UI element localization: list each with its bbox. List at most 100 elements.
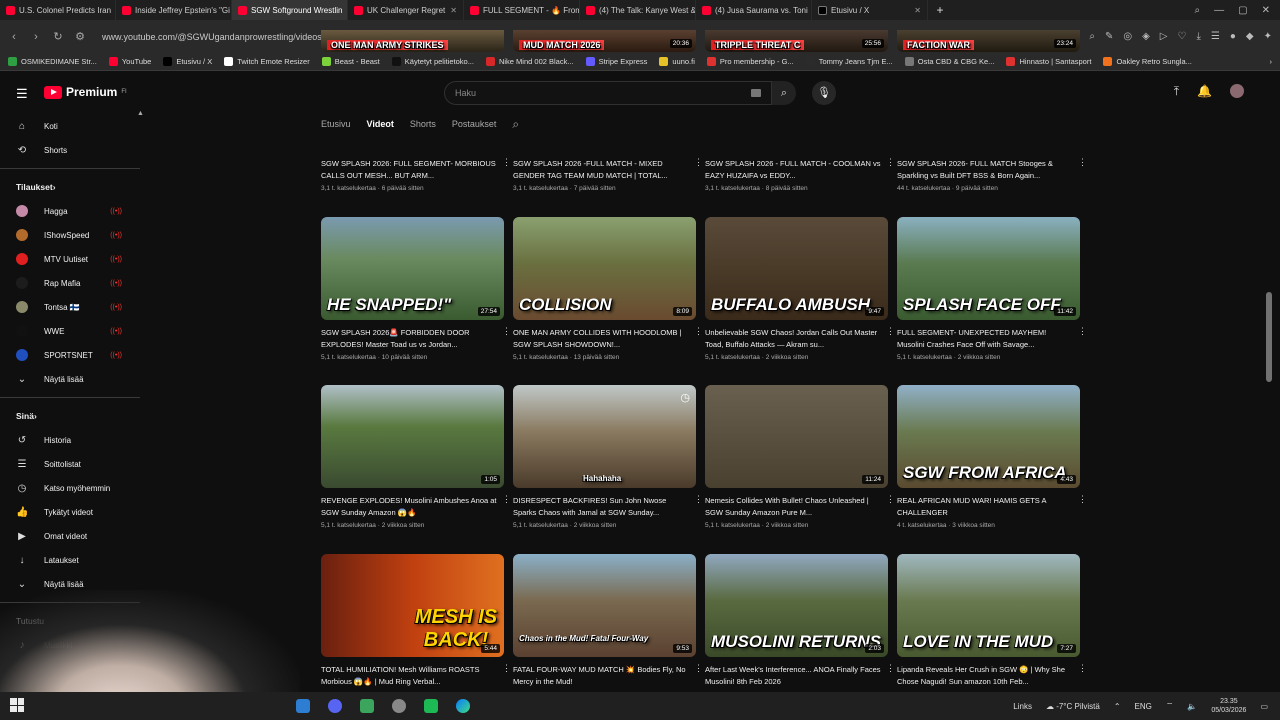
forward-icon[interactable]: › <box>30 31 42 43</box>
sidebar-item-subscription[interactable]: SPORTSNET ((•)) <box>0 343 140 367</box>
app-blue-icon[interactable] <box>296 699 310 713</box>
video-title[interactable]: After Last Week's Interference... ANOA F… <box>705 664 881 688</box>
you-heading[interactable]: Sinä › <box>0 404 140 428</box>
profile-icon[interactable]: ● <box>1230 31 1236 42</box>
bookmark-item[interactable]: OSMIKEDIMANE Str... <box>8 57 97 66</box>
subscriptions-heading[interactable]: Tilaukset › <box>0 175 140 199</box>
show-more-button[interactable]: ⌄ Näytä lisää <box>0 367 140 391</box>
more-options-icon[interactable]: ⋮ <box>886 663 895 674</box>
discord-icon[interactable] <box>328 699 342 713</box>
edge-browser-icon[interactable] <box>456 699 470 713</box>
sidebar-item-playlist[interactable]: ☰ Soittolistat <box>0 452 140 476</box>
bookmark-item[interactable]: Twitch Emote Resizer <box>224 57 310 66</box>
play-icon[interactable]: ▷ <box>1160 31 1168 42</box>
video-thumbnail[interactable]: MESH IS BACK! 5:44 <box>321 554 504 657</box>
bookmarks-overflow-icon[interactable]: › <box>1270 57 1273 66</box>
shield-icon[interactable]: ◈ <box>1142 31 1150 42</box>
sidebar-item-subscription[interactable]: Hagga ((•)) <box>0 199 140 223</box>
back-icon[interactable]: ‹ <box>8 31 20 43</box>
sidebar-item-subscription[interactable]: Tontsa 🇫🇮 ((•)) <box>0 295 140 319</box>
media-player-icon[interactable] <box>424 699 438 713</box>
video-title[interactable]: Lipanda Reveals Her Crush in SGW 😳 | Why… <box>897 664 1073 688</box>
sidebar-item-watch-later[interactable]: ◷ Katso myöhemmin <box>0 476 140 500</box>
tab-videos[interactable]: Videot <box>367 119 394 129</box>
tab-channel[interactable]: Postaukset <box>452 119 497 129</box>
account-avatar[interactable] <box>1230 84 1244 98</box>
browser-tab[interactable]: Inside Jeffrey Epstein's "Gi✕ <box>116 0 232 20</box>
video-card[interactable]: LOVE IN THE MUD 7:27 Lipanda Reveals Her C… <box>897 0 1087 720</box>
sidebar-scroll-up-icon[interactable]: ▲ <box>137 110 144 117</box>
browser-tab[interactable]: U.S. Colonel Predicts Iran✕ <box>0 0 116 20</box>
subscriptions-title: Tilaukset <box>16 182 53 192</box>
sidebar-item-home[interactable]: ⌂ Koti <box>0 114 140 138</box>
sidebar-item-subscription[interactable]: WWE ((•)) <box>0 319 140 343</box>
address-bar[interactable]: www.youtube.com/@SGWUgandanprowrestling/… <box>102 32 322 42</box>
minimize-icon[interactable]: — <box>1214 5 1224 16</box>
divider <box>0 397 140 398</box>
weather-widget[interactable]: ☁ -7°C Pilvistä <box>1046 702 1100 711</box>
more-options-icon[interactable]: ⋮ <box>502 663 511 674</box>
notification-center-icon[interactable]: ▭ <box>1260 702 1268 711</box>
downloads-icon[interactable]: ⤓ <box>1196 31 1200 42</box>
clock[interactable]: 23.35 05/03/2026 <box>1211 697 1246 715</box>
tab-channel[interactable]: Shorts <box>410 119 436 129</box>
video-thumbnail[interactable]: LOVE IN THE MUD 7:27 <box>897 554 1080 657</box>
search-tabs-icon[interactable]: ⌕ <box>1195 5 1201 16</box>
video-thumbnail[interactable]: Chaos in the Mud! Fatal Four-Way 9:53 <box>513 554 696 657</box>
watch-later-icon: ◷ <box>17 482 27 494</box>
chat-app-icon[interactable] <box>360 699 374 713</box>
settings-app-icon[interactable] <box>392 699 406 713</box>
extension-icon[interactable]: ◆ <box>1246 31 1254 42</box>
bookmark-item[interactable]: Etusivu / X <box>163 57 212 66</box>
hamburger-menu-icon[interactable]: ☰ <box>16 86 28 102</box>
show-more-button[interactable]: ⌄ Näytä lisää <box>0 572 140 596</box>
site-info-icon[interactable]: ⚙ <box>74 30 86 43</box>
sidebar-item-subscription[interactable]: MTV Uutiset ((•)) <box>0 247 140 271</box>
sidebar-item-subscription[interactable]: Rap Mafia ((•)) <box>0 271 140 295</box>
language-indicator[interactable]: ENG <box>1135 702 1152 711</box>
sidebar-item-label: IShowSpeed <box>44 230 90 240</box>
sidebar-item-download[interactable]: ↓ Lataukset <box>0 548 140 572</box>
sidebar-item-subscription[interactable]: IShowSpeed ((•)) <box>0 223 140 247</box>
sidebar-item-shorts[interactable]: ⟲ Shorts <box>0 138 140 162</box>
maximize-icon[interactable]: ▢ <box>1238 5 1247 16</box>
sidebar-item-history[interactable]: ↺ Historia <box>0 428 140 452</box>
youtube-play-icon <box>44 85 62 99</box>
video-thumbnail[interactable]: MUSOLINI RETURNS 2:03 <box>705 554 888 657</box>
zoom-icon[interactable]: ⌕ <box>1089 31 1095 42</box>
screenshot-icon[interactable]: ◎ <box>1123 31 1132 42</box>
sidebar-item-music[interactable]: ♪ Musiikki <box>0 633 140 657</box>
close-window-icon[interactable]: ✕ <box>1262 5 1270 16</box>
more-options-icon[interactable]: ⋮ <box>1078 663 1087 674</box>
sidebar-item-your-videos[interactable]: ▶ Omat videot <box>0 524 140 548</box>
links-toolbar[interactable]: Links <box>1013 702 1032 711</box>
window-controls: ⌕ — ▢ ✕ <box>1195 5 1280 16</box>
video-title[interactable]: TOTAL HUMILIATION! Mesh Williams ROASTS … <box>321 664 497 688</box>
network-icon[interactable]: ⌔ <box>1166 701 1174 711</box>
upload-icon[interactable]: ⤒ <box>1174 84 1179 99</box>
video-card[interactable]: MESH IS BACK! 5:44 TOTAL HUMILIATION! Mesh… <box>321 0 511 720</box>
video-card[interactable]: Chaos in the Mud! Fatal Four-Way 9:53 FATA… <box>513 0 703 720</box>
sidebar-item-label: Soittolistat <box>44 459 81 469</box>
bookmark-item[interactable]: YouTube <box>108 57 151 66</box>
volume-icon[interactable]: 🔈 <box>1187 702 1197 711</box>
video-title[interactable]: FATAL FOUR-WAY MUD MATCH 💥 Bodies Fly, N… <box>513 664 689 688</box>
bookmark-item[interactable]: Oakley Retro Sungla... <box>1103 57 1192 66</box>
explore-heading: Tutustu <box>0 609 140 633</box>
reload-icon[interactable]: ↻ <box>52 30 64 43</box>
channel-search-icon[interactable]: ⌕ <box>512 117 519 132</box>
heart-icon[interactable]: ♡ <box>1178 31 1187 42</box>
page-scrollbar[interactable] <box>1266 292 1272 382</box>
ai-icon[interactable]: ✦ <box>1264 31 1272 42</box>
video-card[interactable]: MUSOLINI RETURNS 2:03 After Last Week's In… <box>705 0 895 720</box>
youtube-logo[interactable]: Premium FI <box>44 85 127 99</box>
sidebar-item-label: Tontsa 🇫🇮 <box>44 302 80 312</box>
notifications-bell-icon[interactable]: 🔔 <box>1197 84 1212 99</box>
menu-icon[interactable]: ☰ <box>1211 31 1220 42</box>
more-options-icon[interactable]: ⋮ <box>694 663 703 674</box>
edit-icon[interactable]: ✎ <box>1105 31 1113 42</box>
tray-chevron-icon[interactable]: ⌃ <box>1114 702 1121 711</box>
sidebar-item-like[interactable]: 👍 Tykätyt videot <box>0 500 140 524</box>
tab-channel[interactable]: Etusivu <box>321 119 351 129</box>
start-menu-icon[interactable] <box>10 698 24 712</box>
